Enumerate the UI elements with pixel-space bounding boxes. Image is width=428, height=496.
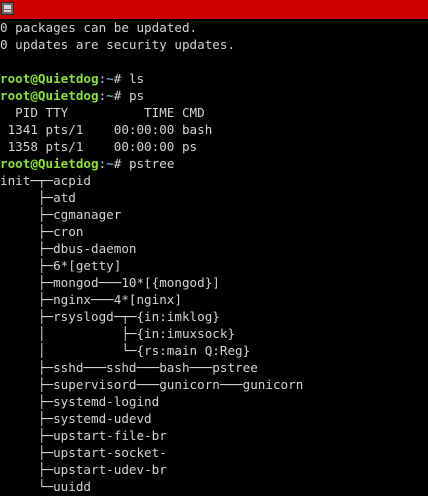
window-titlebar[interactable] (0, 0, 428, 19)
pstree-line: ├─nginx───4*[nginx] (0, 292, 182, 307)
pstree-line: ├─supervisord───gunicorn───gunicorn (0, 377, 304, 392)
pstree-line: ├─sshd───sshd───bash───pstree (0, 360, 258, 375)
pstree-line: ├─cron (0, 224, 84, 239)
pstree-line: init─┬─acpid (0, 173, 91, 188)
prompt-user-host: root@Quietdog (0, 88, 99, 103)
prompt-line: root@Quietdog:~# ps (0, 87, 428, 104)
pstree-line: ├─upstart-file-br (0, 428, 167, 443)
pstree-line: ├─6*[getty] (0, 258, 122, 273)
prompt-path: ~ (106, 156, 114, 171)
motd-line: 0 updates are security updates. (0, 37, 236, 52)
pstree-line: ├─rsyslogd─┬─{in:imklog} (0, 309, 220, 324)
pstree-line: │ ├─{in:imuxsock} (0, 326, 236, 341)
pstree-line: ├─cgmanager (0, 207, 122, 222)
prompt-symbol: # (113, 88, 129, 103)
prompt-path: ~ (106, 71, 114, 86)
terminal-output[interactable]: 0 packages can be updated. 0 updates are… (0, 19, 428, 496)
pstree-line: │ └─{rs:main Q:Reg} (0, 343, 251, 358)
prompt-line: root@Quietdog:~# pstree (0, 155, 428, 172)
prompt-user-host: root@Quietdog (0, 71, 99, 86)
command-text: ps (128, 88, 145, 103)
ps-output-line: PID TTY TIME CMD (0, 105, 205, 120)
ps-output-line: 1341 pts/1 00:00:00 bash (0, 122, 213, 137)
prompt-symbol: # (113, 156, 129, 171)
motd-line: 0 packages can be updated. (0, 20, 198, 35)
pstree-line: ├─mongod───10*[{mongod}] (0, 275, 220, 290)
pstree-line: ├─upstart-udev-br (0, 462, 167, 477)
pstree-line: ├─systemd-logind (0, 394, 160, 409)
pstree-line: ├─systemd-udevd (0, 411, 152, 426)
prompt-path: ~ (106, 88, 114, 103)
pstree-line: ├─dbus-daemon (0, 241, 137, 256)
command-text: ls (128, 71, 145, 86)
terminal-window-icon[interactable] (1, 2, 14, 15)
ps-output-line: 1358 pts/1 00:00:00 ps (0, 139, 198, 154)
pstree-line: ├─upstart-socket- (0, 445, 167, 460)
command-text: pstree (128, 156, 175, 171)
prompt-user-host: root@Quietdog (0, 156, 99, 171)
prompt-line: root@Quietdog:~# ls (0, 70, 428, 87)
prompt-symbol: # (113, 71, 129, 86)
pstree-line: └─uuidd (0, 479, 91, 494)
pstree-line: ├─atd (0, 190, 76, 205)
